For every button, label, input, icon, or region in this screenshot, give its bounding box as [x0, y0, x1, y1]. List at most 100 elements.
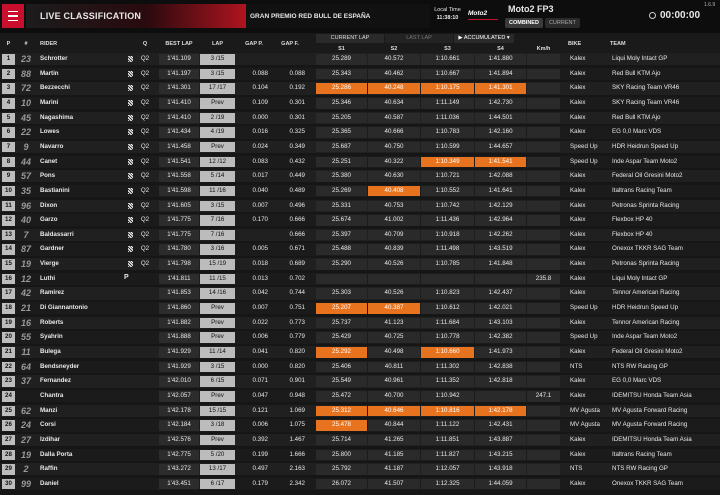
gap-first-cell: 0.349 — [289, 142, 305, 150]
speed-cell — [527, 200, 560, 212]
lap-count-cell: 4 /19 — [200, 127, 235, 138]
table-row[interactable]: 6 22 Lowes Q2 1'41.434 4 /19 0.016 0.325 25.365 4… — [0, 126, 720, 139]
table-row[interactable]: 18 21 Di Giannantonio 1'41.860 Prev 0.007 0.75… — [0, 302, 720, 315]
lap-view-tabs: CURRENT LAP LAST LAP ▶ ACCUMULATED ▾ — [316, 34, 515, 43]
lap-count-cell: 5 /20 — [200, 449, 235, 461]
sector-4-cell — [475, 273, 526, 285]
best-lap-cell: 1'42.775 — [159, 449, 199, 461]
bike-cell: Kalex — [570, 391, 586, 399]
speed-cell — [527, 244, 560, 256]
checkered-flag-icon — [128, 56, 133, 62]
rider-name: Gardner — [40, 245, 65, 253]
table-row[interactable]: 8 44 Canet Q2 1'41.541 12 /12 0.083 0.432 25.251… — [0, 155, 720, 168]
speed-cell — [527, 376, 560, 387]
table-row[interactable]: 22 64 Bendsneyder 1'41.929 3 /15 0.000 0.820 25… — [0, 360, 720, 373]
position-cell: 1 — [2, 54, 15, 65]
mode-select[interactable]: ▶ ACCUMULATED ▾ — [454, 34, 514, 43]
table-row[interactable]: 21 11 Bulega 1'41.929 11 /14 0.041 0.820 25.292… — [0, 346, 720, 359]
gap-first-cell: 0.325 — [289, 128, 305, 136]
position-cell: 27 — [2, 434, 15, 446]
gap-previous-cell: 0.024 — [252, 142, 268, 150]
table-row[interactable]: 19 16 Roberts 1'41.882 Prev 0.022 0.773 25.737 4… — [0, 316, 720, 329]
rider-number: 72 — [20, 83, 31, 94]
gap-first-cell: 1.666 — [289, 450, 305, 458]
sector-2-cell: 40.753 — [368, 200, 420, 212]
tab-combined[interactable]: COMBINED — [505, 18, 543, 28]
table-row[interactable]: 2 88 Martin Q2 1'41.197 3 /15 0.088 0.088 25.343… — [0, 67, 720, 80]
table-row[interactable]: 27 27 Izdihar 1'42.576 Prev 0.392 1.467 25.714 4… — [0, 433, 720, 447]
rider-name: Dalla Porta — [40, 450, 73, 458]
table-row[interactable]: 16 12 Luthi 1'41.811 11 /15 0.013 0.702 235.8 Ka… — [0, 272, 720, 286]
table-row[interactable]: 7 9 Navarro Q2 1'41.458 Prev 0.024 0.349 25.687 4… — [0, 140, 720, 154]
position-cell: 12 — [2, 215, 15, 226]
rider-number: 44 — [20, 156, 31, 167]
tab-last-lap[interactable]: LAST LAP — [385, 34, 453, 43]
position-cell: 6 — [2, 127, 15, 138]
table-row[interactable]: 1 23 Schrotter Q2 1'41.109 3 /15 25.289 40.572 1… — [0, 53, 720, 66]
table-row[interactable]: 25 62 Manzi 1'42.178 15 /15 0.121 1.069 25.312 4… — [0, 404, 720, 417]
sector-3-cell: 1:10.721 — [421, 171, 474, 182]
tab-current[interactable]: CURRENT — [544, 18, 580, 28]
table-row[interactable]: 4 10 Marini Q2 1'41.410 Prev 0.109 0.301 25.346 4… — [0, 96, 720, 110]
gap-previous-cell: 0.497 — [252, 465, 268, 473]
team-cell: Tennor American Racing — [612, 289, 680, 297]
lap-count-cell: 11 /15 — [200, 273, 235, 285]
table-row[interactable]: 12 40 Garzo Q2 1'41.775 7 /16 0.170 0.666 25.674… — [0, 214, 720, 227]
col-s2: S2 — [390, 46, 398, 52]
team-cell: Federal Oil Gresini Moto2 — [612, 348, 683, 355]
team-cell: NTS RW Racing GP — [612, 465, 668, 473]
sector-1-cell: 25.205 — [316, 112, 367, 124]
sector-3-cell: 1:11.684 — [421, 317, 474, 329]
rider-name: Navarro — [40, 142, 64, 150]
table-row[interactable]: 23 37 Fernandez 1'42.010 6 /15 0.071 0.901 25.5… — [0, 375, 720, 388]
lap-count-cell: Prev — [200, 434, 235, 446]
speed-cell — [527, 68, 560, 80]
gap-previous-cell: 0.121 — [252, 406, 268, 414]
sector-2-cell: 40.700 — [368, 390, 420, 402]
qualifying-cell — [135, 464, 155, 475]
table-row[interactable]: 11 96 Dixon Q2 1'41.605 3 /15 0.007 0.496 25.331… — [0, 199, 720, 212]
table-row[interactable]: 13 7 Baldassarri Q2 1'41.775 7 /16 0.666 25.397… — [0, 228, 720, 242]
team-cell: Flexbox HP 40 — [612, 230, 653, 238]
sector-1-cell — [316, 273, 367, 285]
lap-count-cell: 14 /16 — [200, 288, 235, 299]
sector-1-cell: 25.429 — [316, 332, 367, 343]
table-row[interactable]: 10 35 Bastianini Q2 1'41.598 11 /16 0.040 0.489… — [0, 184, 720, 198]
table-row[interactable]: 29 2 Raffin 1'43.272 13 /17 0.497 2.163 25.792 4… — [0, 463, 720, 476]
qualifying-cell — [135, 303, 155, 314]
bike-cell: Kalex — [570, 201, 586, 209]
table-row[interactable]: 5 45 Nagashima Q2 1'41.410 2 /19 0.000 0.301 25.… — [0, 111, 720, 124]
table-row[interactable]: 3 72 Bezzecchi Q2 1'41.301 17 /17 0.104 0.192 25… — [0, 82, 720, 95]
sector-3-cell: 1:10.823 — [421, 288, 474, 299]
table-row[interactable]: 14 87 Gardner Q2 1'41.780 3 /16 0.005 0.671 25.4… — [0, 243, 720, 256]
tab-current-lap[interactable]: CURRENT LAP — [316, 34, 384, 43]
table-row[interactable]: 9 57 Pons Q2 1'41.558 5 /14 0.017 0.449 25.380 40… — [0, 170, 720, 183]
table-row[interactable]: 24 Chantra 1'42.057 Prev 0.047 0.948 25.472 40.… — [0, 389, 720, 403]
table-row[interactable]: 15 19 Vierge Q2 1'41.798 15 /19 0.018 0.689 25.2… — [0, 258, 720, 271]
qualifying-cell — [135, 435, 155, 446]
best-lap-cell: 1'41.598 — [159, 185, 199, 197]
sector-4-cell: 1:42.262 — [475, 229, 526, 241]
qualifying-cell — [135, 362, 155, 373]
rider-name: Vierge — [40, 260, 59, 268]
rider-name: Ramirez — [40, 289, 65, 297]
best-lap-cell: 1'41.775 — [159, 229, 199, 241]
lap-count-cell: 3 /15 — [200, 68, 235, 80]
table-row[interactable]: 26 24 Corsi 1'42.184 3 /18 0.006 1.075 25.478 40… — [0, 419, 720, 432]
table-row[interactable]: 17 42 Ramirez 1'41.853 14 /16 0.042 0.744 25.30… — [0, 287, 720, 300]
gap-first-cell: 1.075 — [289, 421, 305, 429]
sector-1-cell: 25.472 — [316, 390, 367, 402]
menu-button[interactable] — [2, 4, 24, 28]
best-lap-cell: 1'41.434 — [159, 127, 199, 138]
gap-previous-cell: 0.104 — [252, 84, 268, 92]
position-cell: 7 — [2, 141, 15, 153]
team-cell: SKY Racing Team VR46 — [612, 84, 680, 92]
team-cell: NTS RW Racing GP — [612, 362, 668, 370]
rider-number: 7 — [23, 229, 29, 240]
table-row[interactable]: 20 55 Syahrin 1'41.888 Prev 0.006 0.779 25.429 4… — [0, 331, 720, 344]
table-row[interactable]: 28 19 Dalla Porta 1'42.775 5 /20 0.199 1.666 25… — [0, 448, 720, 461]
sector-4-cell: 1:42.088 — [475, 171, 526, 182]
sector-1-cell: 25.800 — [316, 449, 367, 461]
table-row[interactable]: 30 99 Daniel 1'43.451 6 /17 0.179 2.342 26.072 4… — [0, 477, 720, 491]
sector-2-cell: 40.498 — [368, 347, 420, 358]
